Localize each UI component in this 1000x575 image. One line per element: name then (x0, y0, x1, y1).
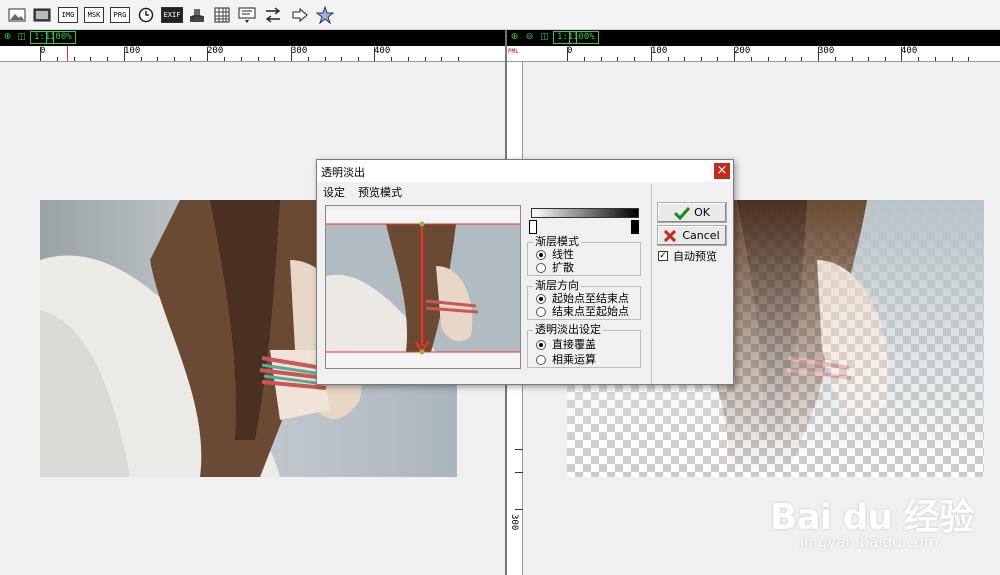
gradient-mode-group: 渐层模式 线性 扩散 (527, 236, 641, 276)
image-icon[interactable] (8, 6, 26, 24)
end-handle[interactable] (631, 220, 639, 234)
radio-multiply[interactable]: 相乘运算 (536, 353, 596, 367)
radio-start-to-end[interactable]: 起始点至结束点 (536, 292, 629, 306)
menu-settings[interactable]: 设定 (323, 184, 345, 200)
ruler-label: 300 (818, 46, 835, 56)
ruler-label: 200 (734, 46, 751, 56)
right-panel-bar: ⊕ ⊖ ◫ 1:1 100% (507, 30, 1000, 46)
zoom-in-icon[interactable]: ⊕ (1, 31, 14, 44)
grid-icon[interactable] (213, 6, 231, 24)
ok-button[interactable]: OK (657, 202, 727, 223)
radio-label: 线性 (552, 248, 574, 261)
preview-area[interactable] (325, 205, 521, 369)
ruler-corner: PML (507, 46, 523, 62)
radio-indicator[interactable] (536, 307, 546, 317)
separator (651, 184, 652, 384)
zoom-out-icon[interactable]: ⊖ (523, 31, 536, 44)
zoom-level: 100% (569, 31, 599, 44)
img-icon[interactable]: IMG (58, 7, 78, 23)
radio-indicator[interactable] (536, 340, 546, 350)
close-button[interactable]: × (714, 163, 730, 179)
check-icon (674, 206, 691, 220)
radio-end-to-start[interactable]: 结束点至起始点 (536, 305, 629, 319)
prg-icon[interactable]: PRG (110, 7, 130, 23)
cancel-button[interactable]: Cancel (657, 225, 727, 246)
start-handle[interactable] (529, 220, 537, 234)
radio-indicator[interactable] (536, 263, 546, 273)
ruler-label: 300 (509, 514, 519, 531)
radio-label: 相乘运算 (552, 353, 596, 366)
radio-indicator[interactable] (536, 294, 546, 304)
ruler-label: 100 (124, 46, 141, 56)
ruler-label: 300 (291, 46, 308, 56)
stamp-icon[interactable] (188, 6, 206, 24)
radio-overwrite[interactable]: 直接覆盖 (536, 338, 596, 352)
toolbar: IMG MSK PRG EXIF (0, 0, 1000, 30)
ruler-label: 200 (207, 46, 224, 56)
gradient-mode-legend: 渐层模式 (533, 235, 581, 248)
swap-icon[interactable] (264, 6, 282, 24)
left-panel-bar: ⊕ ◫ 1:1 100% (0, 30, 505, 46)
dialog-title: 透明淡出 (321, 166, 365, 179)
radio-indicator[interactable] (536, 355, 546, 365)
x-icon (664, 229, 677, 242)
gradient-direction-legend: 渐层方向 (533, 279, 581, 292)
arrow-right-icon[interactable] (291, 6, 309, 24)
star-icon[interactable] (316, 6, 334, 24)
radio-label: 直接覆盖 (552, 338, 596, 351)
msk-icon[interactable]: MSK (84, 7, 104, 23)
ruler-label: 100 (651, 46, 668, 56)
gradient-bar[interactable] (531, 208, 639, 218)
pml-badge: PML (508, 48, 519, 55)
ruler-label: 400 (374, 46, 391, 56)
fade-dialog: 透明淡出 × 设定 预览模式 渐层模式 线性 扩散 渐层方向 起始点至结束点 结… (316, 159, 734, 385)
menu-preview-mode[interactable]: 预览模式 (358, 184, 402, 200)
radio-label: 结束点至起始点 (552, 305, 629, 318)
radio-linear[interactable]: 线性 (536, 248, 574, 262)
watermark-url: jingyan.baidu.com (800, 533, 939, 551)
exif-icon[interactable]: EXIF (161, 7, 183, 23)
ruler-label: 400 (901, 46, 918, 56)
zoom-level: 100% (46, 31, 76, 44)
cursor-marker (67, 46, 68, 61)
right-ruler: 0 100 200 300 400 (523, 46, 1000, 62)
ok-label: OK (694, 206, 710, 219)
fit-icon[interactable]: ◫ (15, 31, 28, 44)
gradient-direction-group: 渐层方向 起始点至结束点 结束点至起始点 (527, 280, 641, 320)
auto-preview-label: 自动预览 (673, 250, 717, 263)
radio-diffuse[interactable]: 扩散 (536, 261, 574, 275)
dialog-titlebar: 透明淡出 × (317, 160, 733, 182)
radio-indicator[interactable] (536, 250, 546, 260)
fit-icon[interactable]: ◫ (538, 31, 551, 44)
comment-icon[interactable] (238, 6, 256, 24)
fade-setting-legend: 透明淡出设定 (533, 323, 603, 336)
left-ruler: 0 100 200 300 400 (0, 46, 505, 62)
zoom-in-icon[interactable]: ⊕ (508, 31, 521, 44)
auto-preview-checkbox[interactable]: ✓ 自动预览 (658, 249, 717, 263)
radio-label: 扩散 (552, 261, 574, 274)
clock-icon[interactable] (137, 6, 155, 24)
fade-setting-group: 透明淡出设定 直接覆盖 相乘运算 (527, 324, 641, 368)
cancel-label: Cancel (682, 229, 720, 242)
frame-icon[interactable] (33, 6, 51, 24)
radio-label: 起始点至结束点 (552, 292, 629, 305)
checkbox-indicator[interactable]: ✓ (658, 251, 668, 261)
